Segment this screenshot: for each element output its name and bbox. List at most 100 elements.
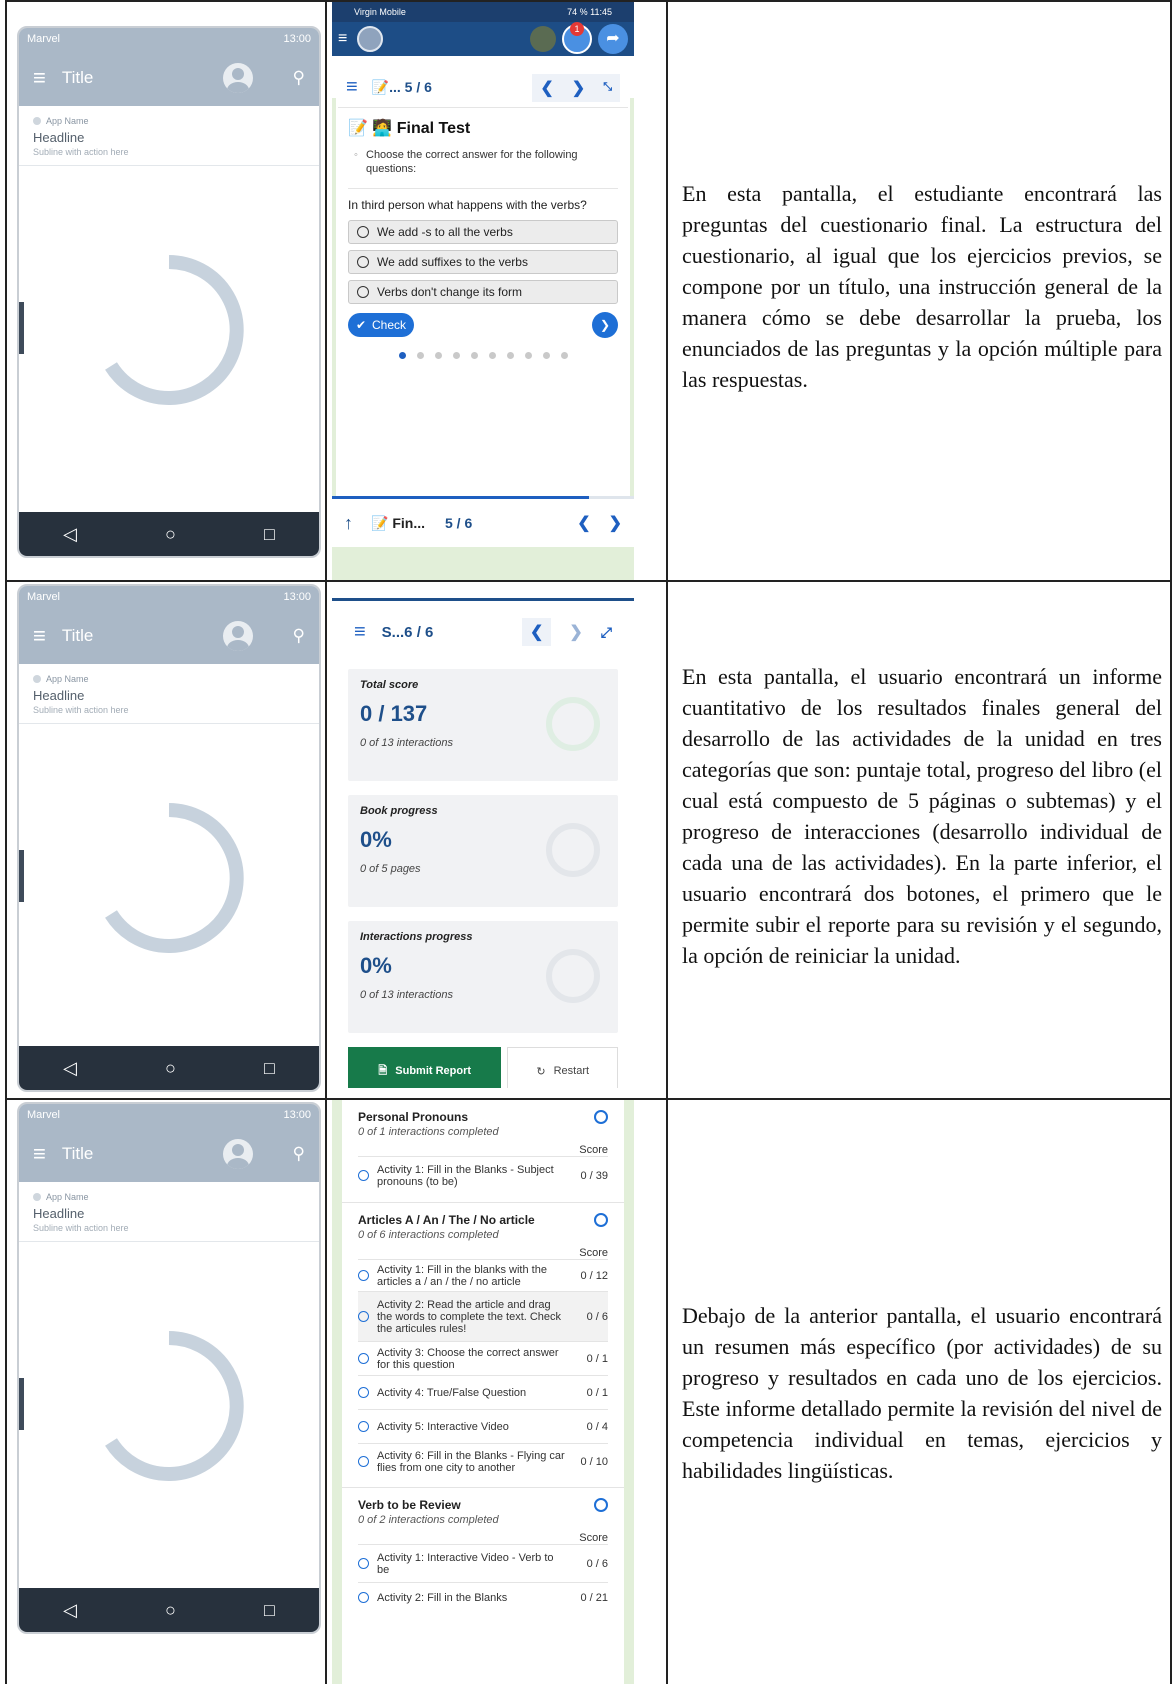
activity-row[interactable]: Activity 1: Fill in the Blanks - Subject… bbox=[358, 1156, 608, 1194]
status-circle-icon bbox=[358, 1456, 369, 1467]
section-sub: 0 of 1 interactions completed bbox=[358, 1126, 499, 1138]
user-avatar-icon[interactable] bbox=[530, 26, 556, 52]
activity-score: 0 / 10 bbox=[580, 1455, 608, 1468]
prev-page-icon[interactable]: ❮ bbox=[521, 618, 552, 646]
activity-label: Activity 2: Read the article and drag th… bbox=[377, 1298, 562, 1335]
menu-icon[interactable]: ≡ bbox=[338, 30, 347, 48]
progress-dot[interactable] bbox=[452, 352, 460, 359]
time-label: 13:00 bbox=[283, 591, 311, 603]
prev-page-icon[interactable]: ❮ bbox=[577, 513, 590, 533]
progress-dot[interactable] bbox=[560, 352, 568, 359]
app-bar: ≡ Title ⚲ bbox=[19, 1126, 319, 1182]
activity-row[interactable]: Activity 5: Interactive Video 0 / 4 bbox=[358, 1409, 608, 1443]
time-label: 13:00 bbox=[283, 1109, 311, 1121]
summary-actions: 🗎 Submit Report ↻ Restart bbox=[348, 1047, 618, 1088]
home-icon[interactable]: ○ bbox=[165, 1058, 176, 1079]
activity-row[interactable]: Activity 4: True/False Question 0 / 1 bbox=[358, 1375, 608, 1409]
progress-dot[interactable] bbox=[398, 352, 406, 359]
status-circle-icon bbox=[358, 1387, 369, 1398]
answer-option[interactable]: We add suffixes to the verbs bbox=[348, 250, 618, 274]
fullscreen-icon[interactable]: ⤡ bbox=[603, 81, 612, 94]
activity-row[interactable]: Activity 3: Choose the correct answer fo… bbox=[358, 1341, 608, 1375]
avatar-icon[interactable] bbox=[222, 1139, 253, 1169]
next-page-icon[interactable]: ❯ bbox=[569, 622, 582, 642]
radio-icon[interactable] bbox=[357, 226, 369, 238]
answer-option[interactable]: Verbs don't change its form bbox=[348, 280, 618, 304]
recent-apps-icon[interactable]: □ bbox=[264, 1600, 275, 1621]
menu-icon[interactable]: ≡ bbox=[354, 621, 366, 644]
next-page-icon[interactable]: ❯ bbox=[609, 513, 622, 533]
submit-report-label: Submit Report bbox=[395, 1065, 472, 1077]
section-title: Verb to be Review bbox=[358, 1498, 461, 1512]
status-circle-icon bbox=[358, 1270, 369, 1281]
subline: Subline with action here bbox=[33, 705, 129, 715]
activity-row[interactable]: Activity 1: Interactive Video - Verb to … bbox=[358, 1544, 608, 1582]
browser-toolbar: ≡ 1 ➦ bbox=[332, 22, 634, 56]
globe-avatar-icon[interactable] bbox=[357, 26, 384, 52]
search-icon[interactable]: ⚲ bbox=[293, 68, 305, 88]
row3-description: Debajo de la anterior pantalla, el usuar… bbox=[682, 1303, 1162, 1483]
activity-row[interactable]: Activity 2: Read the article and drag th… bbox=[358, 1291, 608, 1341]
next-question-button[interactable]: ❯ bbox=[592, 312, 618, 338]
progress-dot[interactable] bbox=[434, 352, 442, 359]
back-icon[interactable]: ◁ bbox=[63, 524, 77, 545]
headline: Headline bbox=[33, 688, 85, 703]
submit-report-button[interactable]: 🗎 Submit Report bbox=[348, 1047, 502, 1088]
share-arrow-icon[interactable]: ➦ bbox=[598, 24, 628, 54]
activity-score: 0 / 6 bbox=[586, 1557, 608, 1570]
activity-score: 0 / 1 bbox=[586, 1352, 608, 1365]
menu-icon[interactable]: ≡ bbox=[346, 76, 358, 99]
progress-dot[interactable] bbox=[470, 352, 478, 359]
app-title: Title bbox=[61, 68, 94, 87]
avatar-icon[interactable] bbox=[222, 63, 253, 93]
carrier-label: Marvel bbox=[27, 33, 61, 45]
recent-apps-icon[interactable]: □ bbox=[264, 524, 275, 545]
radio-icon[interactable] bbox=[357, 256, 369, 268]
quiz-title: 📝 🧑‍💻 Final Test bbox=[348, 120, 471, 137]
summary-header: ≡ S...6 / 6 ❮ ❯ ⤢ bbox=[344, 609, 622, 655]
progress-dot[interactable] bbox=[524, 352, 532, 359]
answer-option[interactable]: We add -s to all the verbs bbox=[348, 220, 618, 244]
progress-dot[interactable] bbox=[542, 352, 550, 359]
progress-dot[interactable] bbox=[506, 352, 514, 359]
page-breadcrumb: S...6 / 6 bbox=[381, 623, 434, 641]
marvel-phone-mock: Marvel 13:00 ≡ Title ⚲ App Name Headline … bbox=[17, 1102, 321, 1634]
recent-apps-icon[interactable]: □ bbox=[264, 1058, 275, 1079]
progress-dot[interactable] bbox=[416, 352, 424, 359]
subline: Subline with action here bbox=[33, 1223, 129, 1233]
status-circle-icon bbox=[358, 1421, 369, 1432]
activity-row[interactable]: Activity 6: Fill in the Blanks - Flying … bbox=[358, 1443, 608, 1479]
check-button[interactable]: ✔ Check bbox=[348, 313, 414, 337]
menu-icon[interactable]: ≡ bbox=[33, 623, 46, 649]
activity-label: Activity 4: True/False Question bbox=[377, 1386, 527, 1399]
home-icon[interactable]: ○ bbox=[165, 524, 176, 545]
menu-icon[interactable]: ≡ bbox=[33, 1141, 46, 1167]
activity-row[interactable]: Activity 1: Fill in the blanks with the … bbox=[358, 1259, 608, 1291]
restart-button[interactable]: ↻ Restart bbox=[507, 1047, 618, 1088]
search-icon[interactable]: ⚲ bbox=[293, 1144, 305, 1164]
activity-row[interactable]: Activity 2: Fill in the Blanks 0 / 21 bbox=[358, 1582, 608, 1612]
quiz-screen: Virgin Mobile 74 % 11:45 ≡ 1 ➦ ≡ 📝... 5 … bbox=[332, 2, 634, 580]
details-list: Personal Pronouns 0 of 1 interactions co… bbox=[342, 1100, 624, 1684]
progress-dot[interactable] bbox=[488, 352, 496, 359]
back-icon[interactable]: ◁ bbox=[63, 1058, 77, 1079]
answer-options: We add -s to all the verbs We add suffix… bbox=[332, 220, 634, 304]
headline-card: App Name Headline Subline with action he… bbox=[19, 106, 319, 166]
score-header: Score bbox=[579, 1532, 608, 1544]
fullscreen-icon[interactable]: ⤢ bbox=[601, 624, 612, 641]
section-title: Articles A / An / The / No article bbox=[358, 1213, 535, 1227]
search-icon[interactable]: ⚲ bbox=[293, 626, 305, 646]
activity-score: 0 / 6 bbox=[586, 1310, 608, 1323]
up-arrow-icon[interactable]: ↑ bbox=[344, 513, 353, 534]
score-header: Score bbox=[579, 1144, 608, 1156]
avatar-icon[interactable] bbox=[222, 621, 253, 651]
prev-page-icon[interactable]: ❮ bbox=[540, 78, 553, 98]
back-icon[interactable]: ◁ bbox=[63, 1600, 77, 1621]
bottom-band bbox=[332, 547, 634, 580]
app-title: Title bbox=[61, 626, 94, 645]
next-page-icon[interactable]: ❯ bbox=[572, 78, 585, 98]
subline: Subline with action here bbox=[33, 147, 129, 157]
menu-icon[interactable]: ≡ bbox=[33, 65, 46, 91]
home-icon[interactable]: ○ bbox=[165, 1600, 176, 1621]
radio-icon[interactable] bbox=[357, 286, 369, 298]
